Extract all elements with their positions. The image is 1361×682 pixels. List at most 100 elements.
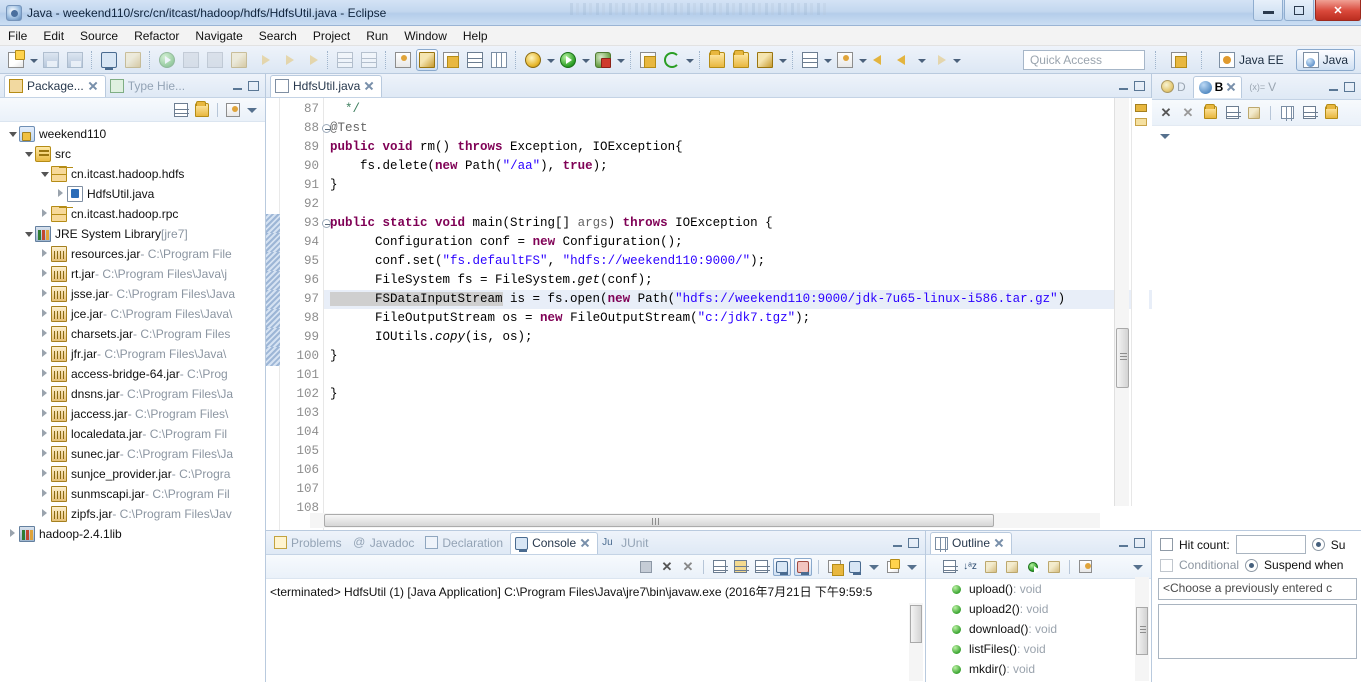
collapse-all-button[interactable] <box>940 558 958 576</box>
tree-item[interactable]: rt.jar - C:\Program Files\Java\j <box>0 264 265 284</box>
perspective-java-ee[interactable]: Java EE <box>1213 49 1290 71</box>
new-wizard-button[interactable] <box>5 49 27 71</box>
remove-launch-button[interactable]: ✕ <box>658 558 676 576</box>
console-button[interactable] <box>98 49 120 71</box>
expand-all-button[interactable] <box>1278 104 1296 122</box>
back-history-button[interactable] <box>869 49 891 71</box>
code-line[interactable] <box>324 195 1152 214</box>
minimize-editor-icon[interactable] <box>1118 81 1129 91</box>
menu-project[interactable]: Project <box>305 27 358 45</box>
open-perspective-button[interactable] <box>1168 49 1190 71</box>
code-line[interactable] <box>324 461 1152 480</box>
new-console-dropdown[interactable] <box>905 558 919 576</box>
tab-outline[interactable]: Outline <box>930 531 1013 554</box>
maximize-editor-icon[interactable] <box>1134 80 1145 91</box>
console-vertical-scrollbar[interactable] <box>909 603 923 681</box>
twisty-collapsed-icon[interactable] <box>38 324 51 344</box>
open-type-button[interactable] <box>464 49 486 71</box>
outline-scroll-thumb[interactable] <box>1136 607 1148 655</box>
hide-nonpublic-button[interactable] <box>1024 558 1042 576</box>
tree-item[interactable]: jfr.jar - C:\Program Files\Java\ <box>0 344 265 364</box>
maximize-console-icon[interactable] <box>908 537 919 548</box>
open-task-button[interactable] <box>706 49 728 71</box>
tree-item[interactable]: cn.itcast.hadoop.rpc <box>0 204 265 224</box>
resume-button[interactable] <box>156 49 178 71</box>
download-dropdown[interactable] <box>822 49 833 71</box>
tree-item[interactable]: sunec.jar - C:\Program Files\Ja <box>0 444 265 464</box>
editor-vertical-scrollbar[interactable] <box>1114 98 1129 506</box>
step-return-button[interactable] <box>300 49 322 71</box>
outline-member[interactable]: mkdir() : void <box>926 659 1151 679</box>
outline-member[interactable]: upload2() : void <box>926 599 1151 619</box>
editor-horizontal-scrollbar[interactable] <box>310 513 1100 528</box>
suspend-button[interactable] <box>180 49 202 71</box>
condition-text-area[interactable] <box>1158 604 1357 659</box>
outline-member-list[interactable]: upload() : void upload2() : void download(… <box>926 579 1151 679</box>
editor-hscroll-thumb[interactable] <box>324 514 994 527</box>
twisty-collapsed-icon[interactable] <box>6 524 19 544</box>
step-over-button[interactable] <box>276 49 298 71</box>
tree-item[interactable]: HdfsUtil.java <box>0 184 265 204</box>
tree-item[interactable]: charsets.jar - C:\Program Files <box>0 324 265 344</box>
code-line[interactable]: public static void main(String[] args) t… <box>324 214 1152 233</box>
code-line[interactable]: fs.delete(new Path("/aa"), true); <box>324 157 1152 176</box>
close-button[interactable]: ✕ <box>1315 0 1361 21</box>
hide-static-button[interactable] <box>1003 558 1021 576</box>
code-line[interactable] <box>324 442 1152 461</box>
hide-fields-button[interactable] <box>982 558 1000 576</box>
remove-all-launches-button[interactable]: ✕ <box>679 558 697 576</box>
tab-package-explorer[interactable]: Package... <box>4 74 106 97</box>
link-with-editor-button[interactable] <box>193 100 211 119</box>
tab-type-hierarchy[interactable]: Type Hie... <box>106 75 192 97</box>
new-wizard-dropdown[interactable] <box>28 49 39 71</box>
tab-variables[interactable]: (x)= V <box>1244 76 1281 98</box>
tab-debug[interactable]: D <box>1156 76 1191 98</box>
outline-member[interactable]: upload() : void <box>926 579 1151 599</box>
suspend-thread-radio[interactable] <box>1311 538 1325 551</box>
save-button[interactable] <box>40 49 62 71</box>
open-console-dropdown[interactable] <box>867 558 881 576</box>
remove-all-breakpoints-button[interactable]: ✕ <box>1179 104 1197 122</box>
tree-item[interactable]: sunjce_provider.jar - C:\Progra <box>0 464 265 484</box>
twisty-expanded-icon[interactable] <box>6 124 19 144</box>
view-menu-button[interactable] <box>224 101 242 119</box>
menu-run[interactable]: Run <box>358 27 396 45</box>
condition-combo[interactable]: <Choose a previously entered c <box>1158 578 1357 600</box>
hit-count-checkbox[interactable] <box>1160 538 1173 551</box>
save-all-button[interactable] <box>64 49 86 71</box>
tab-hdfsutil-java[interactable]: HdfsUtil.java <box>270 74 383 97</box>
tab-problems[interactable]: Problems <box>270 532 349 554</box>
tree-item[interactable]: weekend110 <box>0 124 265 144</box>
collapse-all-button[interactable] <box>1300 104 1318 122</box>
tab-breakpoints[interactable]: B <box>1192 75 1243 98</box>
close-icon[interactable] <box>580 538 590 548</box>
maximize-debug-icon[interactable] <box>1344 81 1355 92</box>
tree-item[interactable]: jaccess.jar - C:\Program Files\ <box>0 404 265 424</box>
terminate-console-button[interactable] <box>637 558 655 576</box>
quick-access-input[interactable]: Quick Access <box>1022 49 1145 70</box>
coverage-button[interactable] <box>592 49 614 71</box>
disconnect-button[interactable] <box>228 49 250 71</box>
twisty-collapsed-icon[interactable] <box>38 304 51 324</box>
person-dropdown[interactable] <box>857 49 868 71</box>
suspend-when-radio[interactable] <box>1245 558 1259 572</box>
twisty-collapsed-icon[interactable] <box>38 204 51 224</box>
code-line[interactable]: Configuration conf = new Configuration()… <box>324 233 1152 252</box>
code-line[interactable]: FSDataInputStream is = fs.open(new Path(… <box>324 290 1152 309</box>
twisty-collapsed-icon[interactable] <box>38 504 51 524</box>
coverage-dropdown[interactable] <box>615 49 626 71</box>
menu-help[interactable]: Help <box>455 27 496 45</box>
code-line[interactable]: FileSystem fs = FileSystem.get(conf); <box>324 271 1152 290</box>
run-button[interactable] <box>557 49 579 71</box>
code-line[interactable] <box>324 480 1152 499</box>
twisty-collapsed-icon[interactable] <box>38 404 51 424</box>
code-line[interactable] <box>324 404 1152 423</box>
tree-item[interactable]: sunmscapi.jar - C:\Program Fil <box>0 484 265 504</box>
close-icon[interactable] <box>994 538 1004 548</box>
show-on-output-button[interactable] <box>752 558 770 576</box>
twisty-expanded-icon[interactable] <box>22 144 35 164</box>
twisty-collapsed-icon[interactable] <box>38 364 51 384</box>
conditional-checkbox[interactable] <box>1160 558 1173 572</box>
restore-button[interactable] <box>1284 0 1314 21</box>
refresh-dropdown[interactable] <box>684 49 695 71</box>
